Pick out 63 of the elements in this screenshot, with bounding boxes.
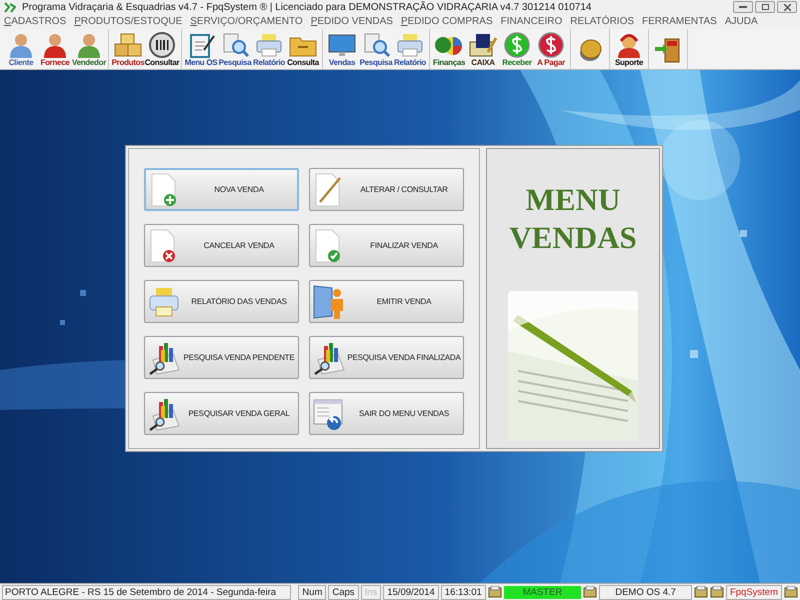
dollar-coin-icon xyxy=(502,32,532,58)
toolbar-label: Vendas xyxy=(328,58,356,68)
menu-item[interactable]: RELATÓRIOS xyxy=(570,14,634,29)
toolbar-label: Receber xyxy=(502,58,532,68)
dollar-coin-icon xyxy=(536,32,566,58)
toolbar-button[interactable]: Consulta xyxy=(286,29,320,69)
menu-item[interactable]: AJUDA xyxy=(724,14,758,29)
restore-button[interactable] xyxy=(755,1,775,13)
menu-item[interactable]: PRODUTOS/ESTOQUE xyxy=(74,14,182,29)
status-version: DEMO OS 4.7 xyxy=(599,584,692,600)
toolbar-label: Relatório xyxy=(253,58,285,68)
toolbar-button[interactable]: Pesquisa xyxy=(359,29,393,69)
toolbar-label: Produtos xyxy=(112,58,144,68)
toolbar-button[interactable]: Fornece xyxy=(38,29,72,69)
toolbar-button[interactable]: Relatório xyxy=(252,29,286,69)
toolbar-label: Suporte xyxy=(614,58,644,68)
toolbar-button[interactable]: Suporte xyxy=(612,29,646,69)
toolbar-button[interactable]: Vendas xyxy=(325,29,359,69)
menu-item[interactable]: PEDIDO COMPRAS xyxy=(400,14,493,29)
key-indicator: Num xyxy=(298,584,326,600)
menu-item[interactable]: SERVIÇO/ORÇAMENTO xyxy=(190,14,303,29)
toolbar-button[interactable]: A Pagar xyxy=(534,29,568,69)
toolbar-label: Cliente xyxy=(8,58,34,68)
book-icon xyxy=(468,32,498,58)
toolbar-label: Relatório xyxy=(394,58,426,68)
toolbar-label: Fornece xyxy=(40,58,70,68)
toolbar-button[interactable]: Vendedor xyxy=(72,29,106,69)
status-time: 16:13:01 xyxy=(440,584,486,600)
toolbar-button[interactable]: Receber xyxy=(500,29,534,69)
toolbar-button[interactable]: Finanças xyxy=(432,29,466,69)
toolbar-button[interactable]: Pesquisa xyxy=(218,29,252,69)
toolbar-button[interactable]: Consultar xyxy=(145,29,179,69)
toolbar-label: Consultar xyxy=(144,58,180,68)
status-user: MASTER xyxy=(504,586,582,598)
toolbar-button[interactable]: Relatório xyxy=(393,29,427,69)
toolbar-label: Finanças xyxy=(432,58,466,68)
barcode-icon xyxy=(147,32,177,58)
toolbar-button[interactable]: CAIXA xyxy=(466,29,500,69)
toolbar-label: Pesquisa xyxy=(218,58,252,68)
window-title: Programa Vidraçaria & Esquadrias v4.7 - FpqSystem ® | Licenciado para DEMONSTRAÇÃO VIDRAÇARIA v4.7 301214 010714 xyxy=(22,0,592,14)
status-brand: FpqSystem xyxy=(726,584,782,600)
boxes-icon xyxy=(113,32,143,58)
menu-item[interactable]: FINANCEIRO xyxy=(500,14,562,29)
toolbar-label: Consulta xyxy=(287,58,319,68)
minimize-button[interactable] xyxy=(733,1,753,13)
monitor-icon xyxy=(327,32,357,58)
toolbar-label: CAIXA xyxy=(471,58,495,68)
toolbar-label: Menu OS xyxy=(184,58,218,68)
toolbar-button[interactable]: Produtos xyxy=(111,29,145,69)
toolbar-button[interactable]: Menu OS xyxy=(184,29,218,69)
status-location: PORTO ALEGRE - RS 15 de Setembro de 2014 - Segunda-feira xyxy=(2,584,291,600)
toolbar-label: Vendedor xyxy=(72,58,106,68)
menu-item[interactable]: PEDIDO VENDAS xyxy=(310,14,393,29)
close-button[interactable] xyxy=(777,1,797,13)
key-indicator: Caps xyxy=(328,584,359,600)
toolbar-label: Pesquisa xyxy=(360,58,392,68)
status-date: 15/09/2014 xyxy=(383,584,439,600)
toolbar-button[interactable]: Cliente xyxy=(4,29,38,69)
menu-item[interactable]: CADASTROS xyxy=(4,14,66,29)
close-icon xyxy=(784,4,790,10)
toolbar-label: A Pagar xyxy=(537,58,565,68)
menu-item[interactable]: FERRAMENTAS xyxy=(642,14,717,29)
app-icon xyxy=(4,2,16,12)
